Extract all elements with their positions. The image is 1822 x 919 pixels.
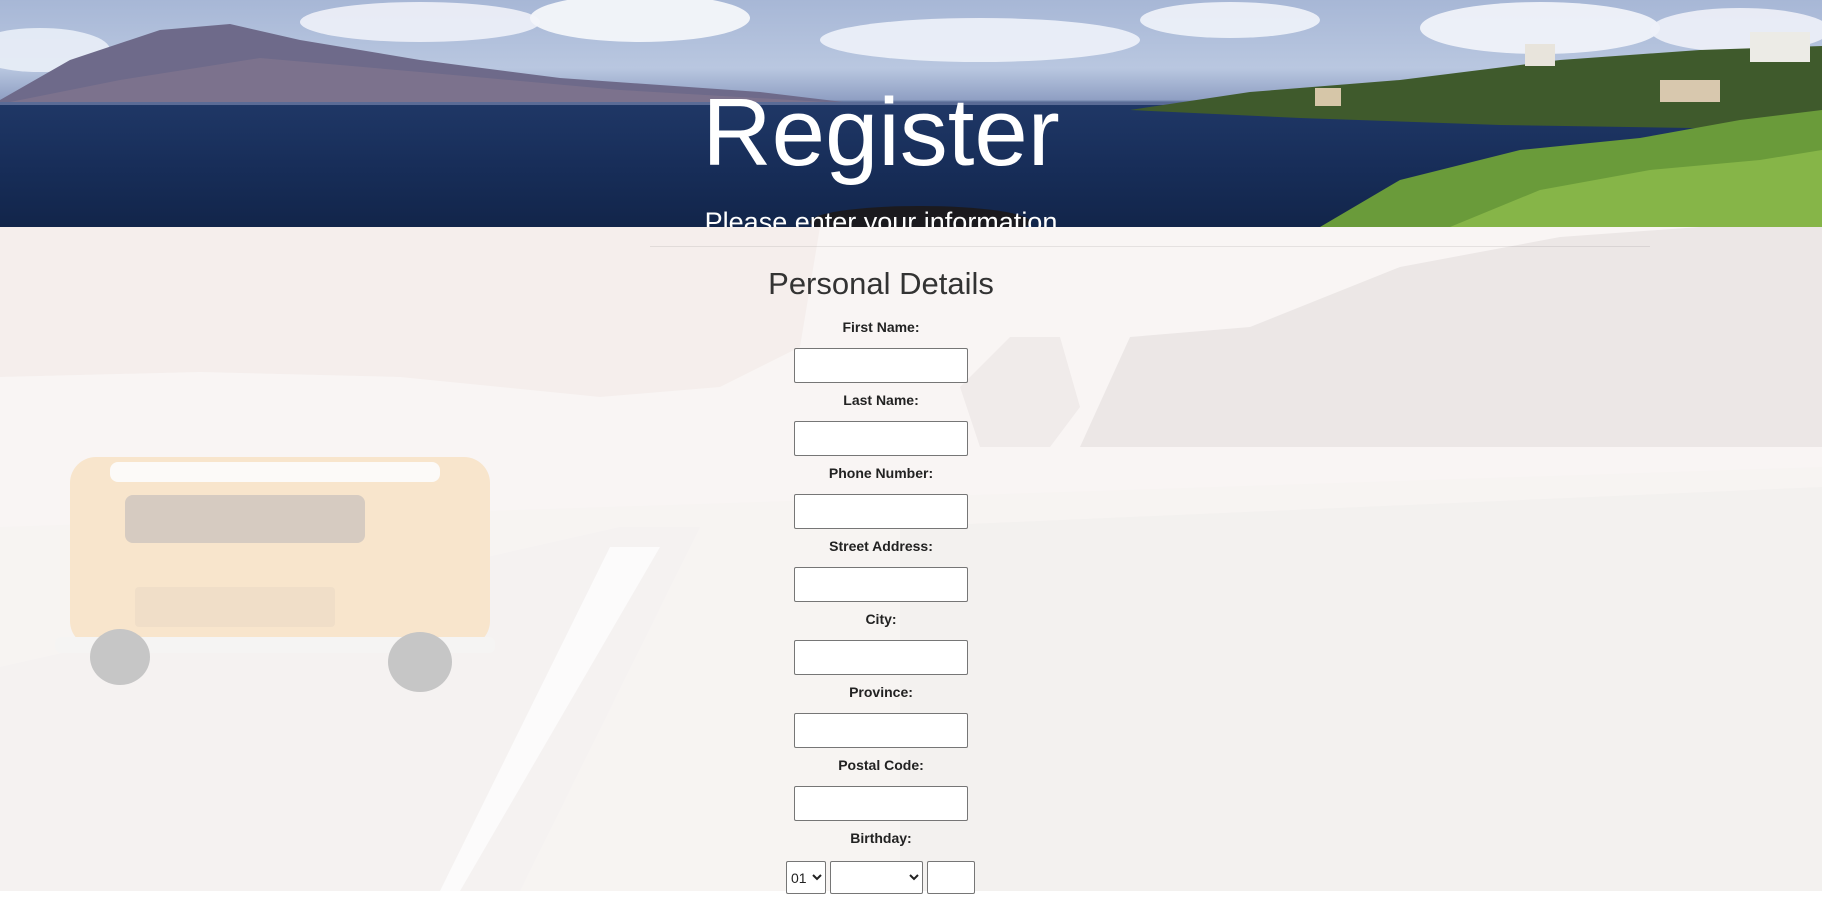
section-title: Personal Details	[768, 266, 994, 301]
form-section: Personal Details First Name: Last Name: …	[0, 227, 1822, 891]
first-name-label: First Name:	[842, 319, 920, 335]
birthday-year-input[interactable]	[927, 861, 975, 894]
divider	[650, 246, 1650, 247]
page-title: Register	[702, 79, 1060, 186]
phone-number-input[interactable]	[794, 494, 968, 529]
street-address-input[interactable]	[794, 567, 968, 602]
street-address-label: Street Address:	[829, 538, 933, 554]
birthday-day-select[interactable]: 01	[786, 861, 826, 894]
first-name-input[interactable]	[794, 348, 968, 383]
last-name-input[interactable]	[794, 421, 968, 456]
city-input[interactable]	[794, 640, 968, 675]
hero-banner: Register Please enter your information	[0, 0, 1822, 227]
postal-code-label: Postal Code:	[838, 757, 924, 773]
province-label: Province:	[849, 684, 913, 700]
phone-number-label: Phone Number:	[828, 465, 934, 481]
page-subtitle: Please enter your information	[704, 207, 1058, 227]
birthday-label: Birthday:	[850, 830, 912, 846]
birthday-month-select[interactable]	[830, 861, 923, 894]
last-name-label: Last Name:	[843, 392, 919, 408]
city-label: City:	[865, 611, 897, 627]
province-input[interactable]	[794, 713, 968, 748]
postal-code-input[interactable]	[794, 786, 968, 821]
